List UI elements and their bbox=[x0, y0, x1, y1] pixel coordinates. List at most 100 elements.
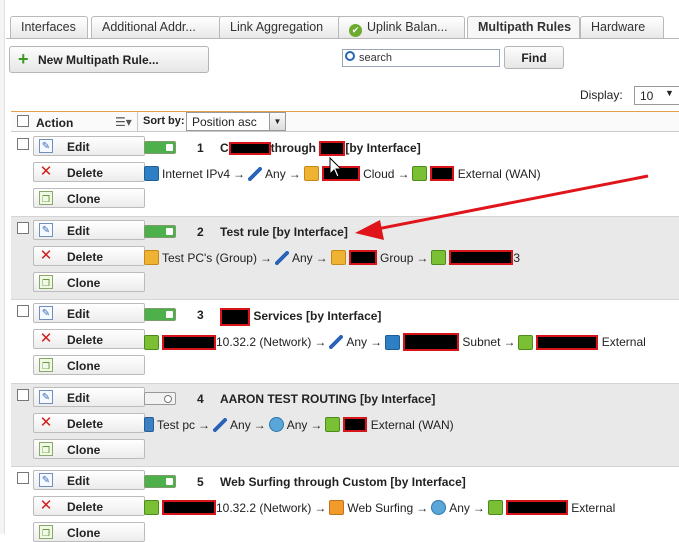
source-link[interactable]: 10.32.2 (Network) bbox=[216, 335, 311, 349]
edit-button[interactable]: ✎ Edit bbox=[33, 303, 145, 323]
web-surfing-icon bbox=[329, 500, 345, 516]
any-service-icon bbox=[248, 166, 263, 181]
source-link[interactable]: 10.32.2 (Network) bbox=[216, 501, 311, 515]
rule-row-3: ✎ Edit ✕ Delete ❐ Clone 3 Services [by Inte… bbox=[11, 300, 679, 384]
tab-additional-addresses[interactable]: Additional Addr... bbox=[91, 16, 222, 38]
rule-number: 4 bbox=[197, 392, 204, 406]
delete-button[interactable]: ✕ Delete bbox=[33, 496, 145, 516]
destination-link[interactable]: Subnet bbox=[462, 335, 500, 349]
arrow-icon: → bbox=[314, 500, 327, 515]
network-icon bbox=[144, 166, 159, 182]
gateway-link[interactable]: External bbox=[571, 501, 615, 515]
edit-icon: ✎ bbox=[39, 139, 53, 153]
service-link[interactable]: Any bbox=[292, 251, 313, 265]
disabled-toggle[interactable] bbox=[144, 392, 176, 405]
destination-link[interactable]: Group bbox=[380, 251, 413, 265]
delete-icon: ✕ bbox=[39, 247, 53, 264]
tab-multipath-rules[interactable]: Multipath Rules bbox=[467, 16, 580, 39]
interface-flag-icon bbox=[487, 500, 503, 516]
service-link[interactable]: Any bbox=[230, 418, 251, 432]
redacted-text bbox=[403, 333, 460, 351]
rule-number: 2 bbox=[197, 225, 204, 239]
source-link[interactable]: Test PC's (Group) bbox=[162, 251, 257, 265]
arrow-icon: → bbox=[416, 250, 429, 265]
delete-button[interactable]: ✕ Delete bbox=[33, 329, 145, 349]
tab-link-aggregation[interactable]: Link Aggregation bbox=[219, 16, 343, 38]
tab-uplink-balancing[interactable]: ✔ Uplink Balan... bbox=[338, 16, 465, 38]
enabled-toggle[interactable] bbox=[144, 141, 176, 154]
destination-link[interactable]: Cloud bbox=[363, 167, 394, 181]
clone-icon: ❐ bbox=[39, 275, 53, 289]
service-link[interactable]: Any bbox=[265, 167, 286, 181]
edit-button[interactable]: ✎ Edit bbox=[33, 387, 145, 407]
enabled-toggle[interactable] bbox=[144, 225, 176, 238]
destination-link[interactable]: Any bbox=[287, 418, 308, 432]
find-button[interactable]: Find bbox=[504, 46, 564, 69]
delete-button[interactable]: ✕ Delete bbox=[33, 162, 145, 182]
redacted-text bbox=[343, 417, 368, 433]
arrow-icon: → bbox=[503, 335, 516, 349]
redacted-text bbox=[220, 308, 250, 326]
delete-icon: ✕ bbox=[39, 497, 53, 514]
search-input[interactable]: search bbox=[342, 49, 500, 67]
edit-button[interactable]: ✎ Edit bbox=[33, 136, 145, 156]
rule-title[interactable]: Web Surfing through Custom [by Interface… bbox=[220, 475, 466, 489]
globe-icon bbox=[431, 500, 447, 516]
interface-flag-icon bbox=[412, 166, 428, 182]
clone-button[interactable]: ❐ Clone bbox=[33, 188, 145, 208]
group-icon bbox=[144, 250, 159, 266]
source-link[interactable]: Internet IPv4 bbox=[162, 167, 230, 181]
service-link[interactable]: Web Surfing bbox=[347, 501, 413, 515]
clone-icon: ❐ bbox=[39, 442, 53, 456]
redacted-text bbox=[505, 500, 568, 516]
network-icon bbox=[385, 334, 401, 350]
select-all-checkbox[interactable] bbox=[17, 115, 29, 127]
network-flag-icon bbox=[144, 334, 159, 350]
clone-button[interactable]: ❐ Clone bbox=[33, 522, 145, 542]
clone-button[interactable]: ❐ Clone bbox=[33, 355, 145, 375]
destination-link[interactable]: Any bbox=[449, 501, 470, 515]
clone-button[interactable]: ❐ Clone bbox=[33, 272, 145, 292]
edit-button[interactable]: ✎ Edit bbox=[33, 220, 145, 240]
interface-flag-icon bbox=[518, 334, 534, 350]
rule-title[interactable]: Services [by Interface] bbox=[220, 308, 381, 326]
gateway-link[interactable]: External bbox=[602, 335, 646, 349]
redacted-text bbox=[319, 141, 346, 157]
delete-button[interactable]: ✕ Delete bbox=[33, 246, 145, 266]
rule-flow: Internet IPv4 → Any → Cloud → External (WAN) bbox=[144, 166, 541, 184]
new-multipath-rule-button[interactable]: + New Multipath Rule... bbox=[9, 46, 209, 73]
gateway-link[interactable]: External (WAN) bbox=[458, 167, 541, 181]
rule-row-5: ✎ Edit ✕ Delete ❐ Clone 5 Web Surfing throu… bbox=[11, 467, 679, 542]
rule-checkbox[interactable] bbox=[17, 138, 29, 150]
rule-checkbox[interactable] bbox=[17, 472, 29, 484]
rule-title[interactable]: Cthrough [by Interface] bbox=[220, 141, 421, 157]
check-icon: ✔ bbox=[349, 24, 362, 37]
delete-button[interactable]: ✕ Delete bbox=[33, 413, 145, 433]
rule-checkbox[interactable] bbox=[17, 222, 29, 234]
display-count-select[interactable]: 10 ▼ bbox=[634, 86, 679, 105]
group-icon bbox=[330, 250, 346, 266]
clone-button[interactable]: ❐ Clone bbox=[33, 439, 145, 459]
edit-icon: ✎ bbox=[39, 390, 53, 404]
redacted-text bbox=[228, 142, 271, 156]
gateway-link[interactable]: External (WAN) bbox=[371, 418, 454, 432]
arrow-icon: → bbox=[233, 166, 246, 181]
column-menu-icon[interactable]: ☰▾ bbox=[115, 115, 132, 129]
rule-checkbox[interactable] bbox=[17, 389, 29, 401]
sort-select[interactable]: Position asc ▼ bbox=[186, 112, 286, 131]
enabled-toggle[interactable] bbox=[144, 308, 176, 321]
rule-row-4: ✎ Edit ✕ Delete ❐ Clone 4 AARON TEST ROUTIN… bbox=[11, 384, 679, 467]
service-link[interactable]: Any bbox=[346, 335, 367, 349]
interface-flag-icon bbox=[325, 417, 341, 433]
gateway-link[interactable]: 3 bbox=[513, 251, 520, 265]
rule-title[interactable]: AARON TEST ROUTING [by Interface] bbox=[220, 392, 435, 406]
any-service-icon bbox=[329, 335, 344, 349]
tab-hardware[interactable]: Hardware bbox=[580, 16, 664, 38]
rule-title[interactable]: Test rule [by Interface] bbox=[220, 225, 348, 239]
rule-checkbox[interactable] bbox=[17, 305, 29, 317]
source-link[interactable]: Test pc bbox=[157, 418, 195, 432]
enabled-toggle[interactable] bbox=[144, 475, 176, 488]
edit-button[interactable]: ✎ Edit bbox=[33, 470, 145, 490]
edit-icon: ✎ bbox=[39, 306, 53, 320]
tab-interfaces[interactable]: Interfaces bbox=[10, 16, 88, 38]
